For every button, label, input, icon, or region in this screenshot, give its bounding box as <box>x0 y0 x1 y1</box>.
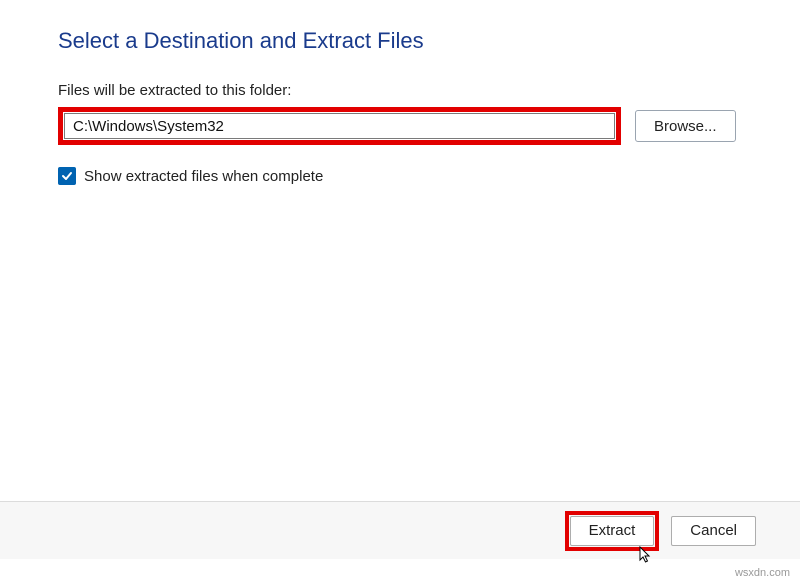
extract-button-highlight: Extract <box>565 511 660 551</box>
cancel-button[interactable]: Cancel <box>671 516 756 546</box>
show-extracted-label: Show extracted files when complete <box>84 168 323 185</box>
extract-button[interactable]: Extract <box>570 516 655 546</box>
show-extracted-checkbox[interactable] <box>58 167 76 185</box>
destination-label: Files will be extracted to this folder: <box>58 82 742 99</box>
path-input-highlight <box>58 107 621 145</box>
browse-button[interactable]: Browse... <box>635 110 736 142</box>
watermark-text: wsxdn.com <box>735 567 790 579</box>
checkmark-icon <box>61 170 73 182</box>
dialog-button-bar: Extract Cancel <box>0 501 800 559</box>
destination-path-input[interactable] <box>64 113 615 139</box>
dialog-title: Select a Destination and Extract Files <box>58 28 742 54</box>
